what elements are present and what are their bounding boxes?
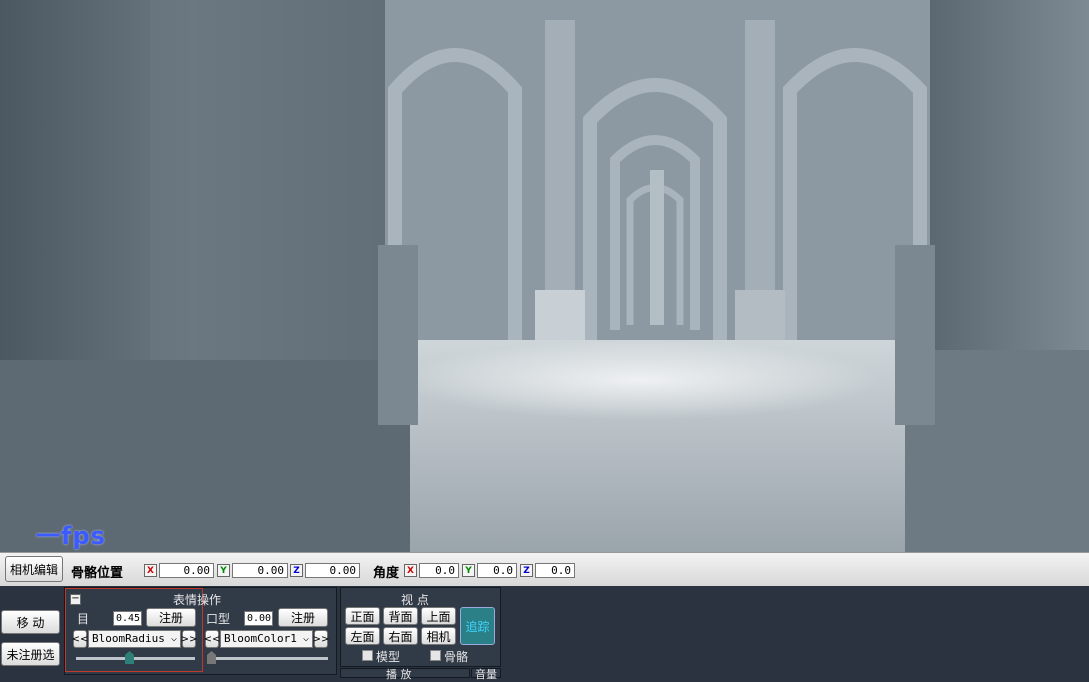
eye-label: 目 (77, 612, 90, 626)
position-y-field[interactable]: 0.00 (232, 563, 288, 578)
volume-label: 音量 (475, 668, 497, 681)
eye-next-button[interactable]: >> (181, 630, 197, 648)
x-axis-icon: X (404, 564, 417, 577)
bone-position-bar: 相机编辑 骨骼位置 X 0.00 Y 0.00 Z 0.00 角度 X 0.0 … (0, 552, 1089, 587)
collapse-button[interactable]: − (70, 594, 81, 605)
mouth-slider-track[interactable] (216, 657, 328, 660)
control-area: 移 动 未注册选 − 表情操作 目 0.45( 注册 << BloomRadiu… (0, 586, 1089, 681)
top-view-button[interactable]: 上面 (421, 607, 456, 625)
3d-viewport[interactable]: 一fps (0, 0, 1089, 552)
play-panel-title: 播 放 (386, 668, 412, 681)
model-checkbox[interactable] (362, 650, 373, 661)
angle-y-field[interactable]: 0.0 (477, 563, 517, 578)
expression-panel-title: 表情操作 (173, 593, 222, 607)
track-button[interactable]: 追踪 (460, 607, 495, 645)
expression-panel: − 表情操作 目 0.45( 注册 << BloomRadius⌵ >> 口型 … (64, 587, 337, 675)
bone-position-label: 骨骼位置 (71, 566, 124, 581)
bone-checkbox[interactable] (430, 650, 441, 661)
scene-render (0, 0, 1089, 552)
x-axis-icon: X (144, 564, 157, 577)
eye-slider-track[interactable] (76, 657, 195, 660)
chevron-down-icon: ⌵ (302, 633, 309, 644)
y-axis-icon: Y (217, 564, 230, 577)
position-x-field[interactable]: 0.00 (159, 563, 214, 578)
y-axis-icon: Y (462, 564, 475, 577)
mouth-next-button[interactable]: >> (313, 630, 329, 648)
right-view-button[interactable]: 右面 (383, 627, 418, 645)
angle-label: 角度 (373, 566, 400, 581)
eye-morph-dropdown[interactable]: BloomRadius ⌵ (88, 630, 181, 648)
view-panel: 视 点 正面 背面 上面 左面 右面 相机 追踪 模型 骨骼 (340, 587, 501, 667)
mouth-morph-dropdown[interactable]: BloomColor1 ⌵ (220, 630, 313, 648)
eye-register-button[interactable]: 注册 (146, 608, 196, 627)
volume-panel: 音量 (471, 668, 501, 681)
angle-z-field[interactable]: 0.0 (535, 563, 575, 578)
eye-value-field[interactable]: 0.45( (113, 611, 142, 626)
move-button[interactable]: 移 动 (1, 610, 60, 634)
mouth-prev-button[interactable]: << (204, 630, 220, 648)
z-axis-icon: Z (520, 564, 533, 577)
unregistered-select-button[interactable]: 未注册选 (1, 642, 60, 666)
z-axis-icon: Z (290, 564, 303, 577)
play-panel: 播 放 (340, 668, 470, 681)
position-z-field[interactable]: 0.00 (305, 563, 360, 578)
bone-label: 骨骼 (444, 650, 469, 664)
left-view-button[interactable]: 左面 (345, 627, 380, 645)
angle-x-field[interactable]: 0.0 (419, 563, 459, 578)
view-panel-title: 视 点 (401, 593, 429, 607)
chevron-down-icon: ⌵ (170, 633, 177, 644)
mouth-label: 口型 (206, 612, 231, 626)
front-view-button[interactable]: 正面 (345, 607, 380, 625)
mouth-slider-thumb[interactable] (207, 651, 216, 664)
mouth-register-button[interactable]: 注册 (278, 608, 328, 627)
mouth-value-field[interactable]: 0.00( (244, 611, 273, 626)
back-view-button[interactable]: 背面 (383, 607, 418, 625)
camera-edit-button[interactable]: 相机编辑 (5, 556, 63, 582)
eye-prev-button[interactable]: << (72, 630, 88, 648)
fps-counter: 一fps (36, 522, 106, 550)
model-label: 模型 (376, 650, 401, 664)
camera-view-button[interactable]: 相机 (421, 627, 456, 645)
